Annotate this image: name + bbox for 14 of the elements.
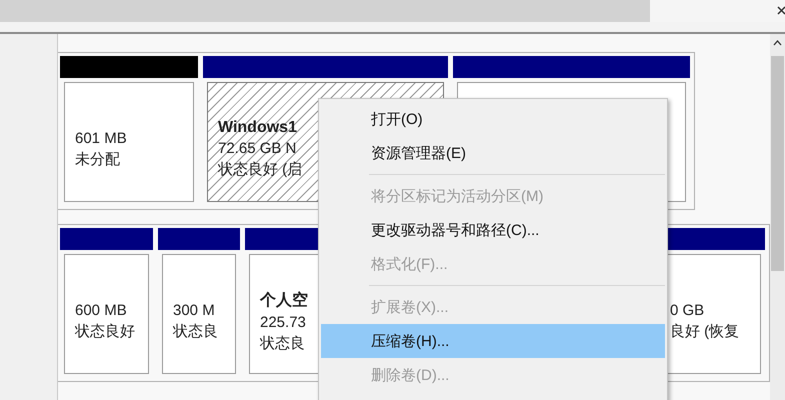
partition-name: Windows1	[218, 119, 297, 137]
partition-status: 状态良好	[75, 322, 135, 340]
partition-name: 个人空	[260, 290, 308, 310]
partition-status: 未分配	[75, 150, 120, 168]
partition-size: 225.73	[260, 314, 306, 330]
partition-status: 状态良	[173, 322, 218, 340]
partition-status: 良好 (恢复	[670, 322, 740, 340]
partition-size: 601 MB	[75, 130, 127, 146]
partition-status: 状态良	[260, 334, 305, 352]
partition-size: 600 MB	[75, 302, 127, 318]
partition-size: 0 GB	[670, 302, 704, 318]
partition-status: 状态良好 (启	[218, 160, 302, 179]
partition-size: 72.65 GB N	[218, 140, 296, 157]
partition-size: 300 M	[173, 302, 215, 318]
